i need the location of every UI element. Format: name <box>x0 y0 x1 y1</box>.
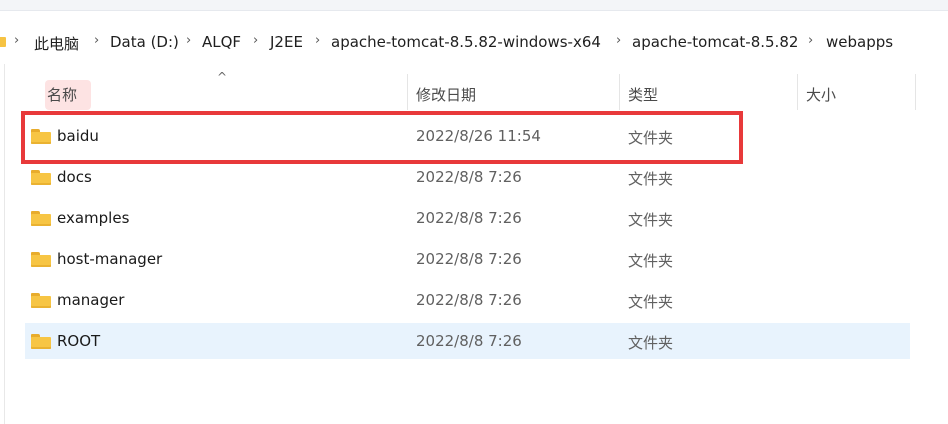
file-date: 2022/8/8 7:26 <box>416 250 522 268</box>
breadcrumb-item-drive[interactable]: Data (D:) <box>110 33 179 51</box>
title-bar-strip <box>0 0 948 11</box>
breadcrumb: › 此电脑 › Data (D:) › ALQF › J2EE › apache… <box>0 22 948 64</box>
file-name: manager <box>57 291 125 309</box>
folder-icon <box>31 334 51 349</box>
file-type: 文件夹 <box>628 252 674 270</box>
file-name: examples <box>57 209 130 227</box>
file-date: 2022/8/8 7:26 <box>416 209 522 227</box>
file-row-examples[interactable]: examples 2022/8/8 7:26 文件夹 <box>25 200 910 236</box>
breadcrumb-item-alqf[interactable]: ALQF <box>202 33 241 51</box>
chevron-right-icon[interactable]: › <box>253 33 258 48</box>
file-type: 文件夹 <box>628 334 674 352</box>
file-date: 2022/8/8 7:26 <box>416 332 522 350</box>
folder-icon <box>31 170 51 185</box>
chevron-right-icon[interactable]: › <box>94 33 99 48</box>
folder-icon <box>31 252 51 267</box>
column-divider[interactable] <box>619 74 620 110</box>
folder-icon <box>31 293 51 308</box>
folder-icon <box>31 211 51 226</box>
column-header-name[interactable]: 名称 <box>47 84 77 105</box>
column-divider[interactable] <box>915 74 916 110</box>
sort-ascending-icon: ^ <box>217 70 228 84</box>
folder-icon <box>0 37 6 47</box>
navigation-pane-divider <box>4 64 5 424</box>
breadcrumb-item-tomcat-windows[interactable]: apache-tomcat-8.5.82-windows-x64 <box>331 33 601 51</box>
file-row-manager[interactable]: manager 2022/8/8 7:26 文件夹 <box>25 282 910 318</box>
file-name: host-manager <box>57 250 163 268</box>
breadcrumb-item-webapps[interactable]: webapps <box>826 33 893 51</box>
file-name: ROOT <box>57 332 101 350</box>
file-row-root[interactable]: ROOT 2022/8/8 7:26 文件夹 <box>25 323 910 359</box>
highlight-annotation-box <box>21 111 743 164</box>
column-header-type[interactable]: 类型 <box>628 84 658 105</box>
breadcrumb-item-tomcat[interactable]: apache-tomcat-8.5.82 <box>632 33 798 51</box>
file-type: 文件夹 <box>628 170 674 188</box>
file-name: docs <box>57 168 92 186</box>
column-divider[interactable] <box>407 74 408 110</box>
column-header-date[interactable]: 修改日期 <box>416 84 476 105</box>
file-date: 2022/8/8 7:26 <box>416 168 522 186</box>
chevron-right-icon[interactable]: › <box>315 33 320 48</box>
chevron-right-icon[interactable]: › <box>186 33 191 48</box>
breadcrumb-item-this-pc[interactable]: 此电脑 <box>34 33 79 54</box>
column-divider[interactable] <box>797 74 798 110</box>
file-type: 文件夹 <box>628 211 674 229</box>
file-row-docs[interactable]: docs 2022/8/8 7:26 文件夹 <box>25 159 910 195</box>
file-date: 2022/8/8 7:26 <box>416 291 522 309</box>
file-type: 文件夹 <box>628 293 674 311</box>
file-row-host-manager[interactable]: host-manager 2022/8/8 7:26 文件夹 <box>25 241 910 277</box>
chevron-right-icon[interactable]: › <box>808 33 813 48</box>
chevron-right-icon[interactable]: › <box>14 33 19 48</box>
chevron-right-icon[interactable]: › <box>616 33 621 48</box>
breadcrumb-item-j2ee[interactable]: J2EE <box>270 33 303 51</box>
column-header-row: ^ 名称 修改日期 类型 大小 <box>0 70 948 110</box>
column-header-size[interactable]: 大小 <box>806 84 836 105</box>
